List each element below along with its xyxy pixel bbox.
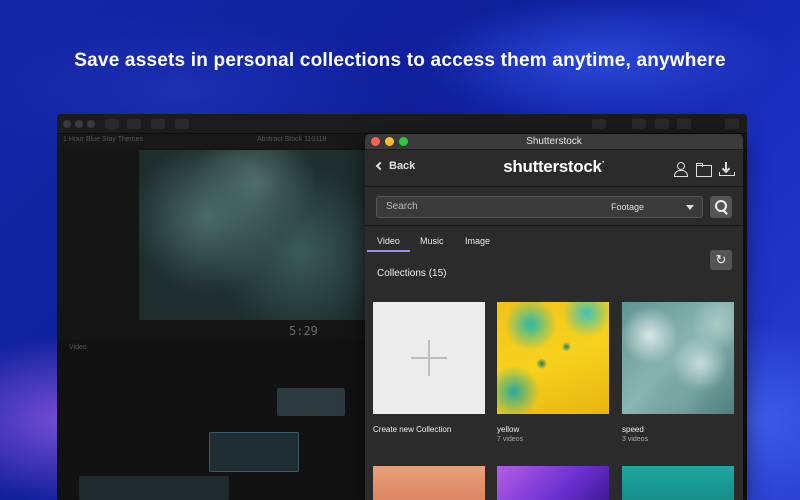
toolbar-icon xyxy=(677,119,691,129)
toolbar-icon xyxy=(127,119,141,129)
toolbar-icon xyxy=(632,119,646,129)
create-collection-thumb[interactable] xyxy=(373,302,485,414)
tab-music[interactable]: Music xyxy=(420,236,444,246)
collection-thumbnail[interactable] xyxy=(497,466,609,500)
window-titlebar: Shutterstock xyxy=(365,134,743,150)
window-max-dot xyxy=(87,120,95,128)
active-tab-indicator xyxy=(367,250,410,252)
shutterstock-window: Shutterstock Back shutterstock· Search F… xyxy=(365,134,743,500)
search-input[interactable]: Search Footage xyxy=(376,196,703,218)
collection-title: Create new Collection xyxy=(373,425,452,434)
collection-card-speed[interactable]: speed 3 videos xyxy=(622,302,734,443)
nav-icons xyxy=(673,162,735,177)
toolbar-icon xyxy=(151,119,165,129)
search-button[interactable] xyxy=(710,196,732,218)
download-icon[interactable] xyxy=(719,162,735,176)
tab-video[interactable]: Video xyxy=(377,236,400,246)
headline: Save assets in personal collections to a… xyxy=(74,50,726,71)
timeline-clip xyxy=(79,476,229,500)
collection-thumbnail[interactable] xyxy=(622,466,734,500)
timeline-clip xyxy=(209,432,299,472)
search-divider xyxy=(365,225,743,226)
collection-title: speed xyxy=(622,425,644,434)
collection-thumbnail[interactable] xyxy=(373,466,485,500)
window-close-dot xyxy=(63,120,71,128)
collection-thumbnail[interactable] xyxy=(497,302,609,414)
search-placeholder: Search xyxy=(386,201,418,212)
toolbar-icon xyxy=(655,119,669,129)
media-tabs: Video Music Image xyxy=(365,232,743,254)
create-collection-card[interactable]: Create new Collection xyxy=(373,302,485,434)
folder-icon[interactable] xyxy=(696,162,712,177)
refresh-button[interactable]: ↻ xyxy=(710,250,732,270)
timeline-clip xyxy=(277,388,345,416)
toolbar-icon xyxy=(592,119,606,129)
timecode: 5:29 xyxy=(289,324,318,338)
nav-bar: Back shutterstock· xyxy=(365,150,743,186)
tab-image[interactable]: Image xyxy=(465,236,490,246)
user-icon[interactable] xyxy=(673,162,688,177)
media-type-select[interactable]: Footage xyxy=(611,202,644,212)
video-viewer xyxy=(139,150,369,320)
collection-card-yellow[interactable]: yellow 7 videos xyxy=(497,302,609,443)
collection-title: yellow xyxy=(497,425,520,434)
editor-titlebar xyxy=(57,114,747,134)
toolbar-icon xyxy=(105,119,119,129)
window-title: Shutterstock xyxy=(526,136,582,147)
collection-count: 7 videos xyxy=(497,436,524,443)
refresh-icon: ↻ xyxy=(715,252,727,267)
chevron-down-icon xyxy=(686,205,694,210)
project-name: 1 Hour Blue Stay Themes xyxy=(63,136,144,143)
collections-title: Collections (15) xyxy=(377,268,447,279)
window-min-dot xyxy=(75,120,83,128)
plus-icon xyxy=(428,340,430,376)
clip-name: Abstract Stock 110118 xyxy=(257,136,327,143)
toolbar-icon xyxy=(725,119,739,129)
search-row: Search Footage xyxy=(365,187,743,225)
toolbar-icon xyxy=(175,119,189,129)
collection-count: 3 videos xyxy=(622,436,649,443)
collection-thumbnail[interactable] xyxy=(622,302,734,414)
timeline-tab-label: Video xyxy=(69,344,87,351)
